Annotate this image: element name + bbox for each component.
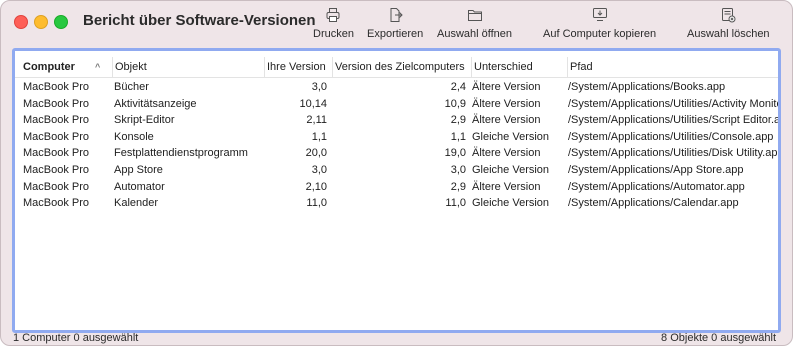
- close-button[interactable]: [14, 15, 28, 29]
- cell-difference: Gleiche Version: [472, 130, 550, 143]
- copy-to-computer-button[interactable]: Auf Computer kopieren: [543, 7, 656, 40]
- table-row[interactable]: MacBook Pro Konsole 1,1 1,1 Gleiche Version /…: [15, 129, 778, 146]
- status-bar: 1 Computer 0 ausgewählt 8 Objekte 0 ausg…: [1, 331, 792, 345]
- column-header-your-version[interactable]: Ihre Version: [264, 57, 332, 77]
- cell-target-version: 3,0: [450, 163, 466, 176]
- cell-difference: Ältere Version: [472, 114, 541, 127]
- export-icon: [390, 8, 403, 22]
- cell-target-version: 2,9: [450, 180, 466, 193]
- cell-difference: Gleiche Version: [472, 163, 550, 176]
- cell-path: /System/Applications/Books.app: [568, 81, 726, 93]
- cell-computer: MacBook Pro: [23, 180, 90, 193]
- folder-icon: [467, 10, 482, 21]
- table-row[interactable]: MacBook Pro Festplattendienstprogramm 20,0…: [15, 145, 778, 162]
- cell-difference: Ältere Version: [472, 180, 541, 193]
- cell-object: Bücher: [114, 81, 149, 93]
- title-bar: Bericht über Software-Versionen Drucken …: [1, 1, 792, 47]
- report-window: Bericht über Software-Versionen Drucken …: [0, 0, 793, 346]
- delete-selection-button[interactable]: Auswahl löschen: [687, 7, 770, 40]
- cell-computer: MacBook Pro: [23, 197, 90, 210]
- table-row[interactable]: MacBook Pro Automator 2,10 2,9 Ältere Versio…: [15, 179, 778, 196]
- versions-table[interactable]: Computer ^ Objekt Ihre Version Version d…: [12, 48, 781, 333]
- cell-target-version: 1,1: [450, 130, 466, 143]
- computer-icon: [592, 8, 607, 21]
- cell-target-version: 11,0: [445, 197, 466, 210]
- cell-path: /System/Applications/Calendar.app: [568, 197, 739, 210]
- cell-target-version: 10,9: [444, 97, 466, 110]
- cell-object: Skript-Editor: [114, 114, 175, 127]
- cell-object: Aktivitätsanzeige: [114, 97, 197, 110]
- zoom-button[interactable]: [54, 15, 68, 29]
- cell-your-version: 11,0: [306, 197, 327, 210]
- table-row[interactable]: MacBook Pro Skript-Editor 2,11 2,9 Ältere Ve…: [15, 112, 778, 129]
- column-header-computer[interactable]: Computer ^: [15, 57, 112, 77]
- cell-computer: MacBook Pro: [23, 97, 90, 110]
- column-header-object[interactable]: Objekt: [112, 57, 264, 77]
- print-button[interactable]: Drucken: [313, 7, 354, 40]
- cell-computer: MacBook Pro: [23, 130, 90, 143]
- column-header-path[interactable]: Pfad: [567, 57, 778, 77]
- cell-path: /System/Applications/Utilities/Console.a…: [568, 130, 774, 143]
- table-header: Computer ^ Objekt Ihre Version Version d…: [15, 57, 778, 78]
- cell-difference: Gleiche Version: [472, 197, 550, 210]
- window-title: Bericht über Software-Versionen: [83, 12, 316, 29]
- table-row[interactable]: MacBook Pro App Store 3,0 3,0 Gleiche Versio…: [15, 162, 778, 179]
- cell-difference: Ältere Version: [472, 81, 541, 93]
- cell-difference: Ältere Version: [472, 97, 541, 110]
- cell-path: /System/Applications/Automator.app: [568, 180, 745, 193]
- sort-ascending-icon: ^: [95, 62, 101, 72]
- table-row[interactable]: MacBook Pro Aktivitätsanzeige 10,14 10,9 Ält…: [15, 96, 778, 113]
- cell-object: Festplattendienstprogramm: [114, 147, 248, 160]
- cell-computer: MacBook Pro: [23, 147, 90, 160]
- cell-your-version: 3,0: [311, 163, 327, 176]
- cell-your-version: 2,10: [305, 180, 327, 193]
- copy-to-computer-label: Auf Computer kopieren: [543, 28, 657, 40]
- cell-your-version: 1,1: [311, 130, 327, 143]
- cell-target-version: 2,9: [450, 114, 466, 127]
- export-button[interactable]: Exportieren: [367, 7, 423, 40]
- cell-object: App Store: [114, 163, 163, 176]
- printer-icon: [326, 8, 340, 22]
- cell-path: /System/Applications/Utilities/Script Ed…: [568, 114, 778, 127]
- cell-target-version: 2,4: [450, 81, 466, 93]
- cell-object: Automator: [114, 180, 165, 193]
- delete-icon: [722, 8, 736, 23]
- status-computers: 1 Computer 0 ausgewählt: [13, 332, 139, 344]
- open-selection-button[interactable]: Auswahl öffnen: [437, 7, 512, 40]
- cell-computer: MacBook Pro: [23, 114, 90, 127]
- table-body: MacBook Pro Bücher 3,0 2,4 Ältere Version/Sy…: [15, 79, 778, 212]
- table-row[interactable]: MacBook Pro Bücher 3,0 2,4 Ältere Version/Sy…: [15, 79, 778, 96]
- cell-your-version: 2,11: [306, 114, 327, 127]
- cell-difference: Ältere Version: [472, 147, 541, 160]
- export-label: Exportieren: [367, 28, 424, 40]
- open-selection-label: Auswahl öffnen: [437, 28, 513, 40]
- cell-your-version: 3,0: [311, 81, 327, 93]
- cell-your-version: 10,14: [299, 97, 327, 110]
- cell-object: Kalender: [114, 197, 159, 210]
- cell-computer: MacBook Pro: [23, 81, 90, 93]
- status-objects: 8 Objekte 0 ausgewählt: [661, 332, 776, 344]
- cell-path: /System/Applications/App Store.app: [568, 163, 744, 176]
- table-row[interactable]: MacBook Pro Kalender 11,0 11,0 Gleiche Versi…: [15, 195, 778, 212]
- minimize-button[interactable]: [34, 15, 48, 29]
- cell-path: /System/Applications/Utilities/Activity …: [568, 97, 778, 110]
- cell-computer: MacBook Pro: [23, 163, 90, 176]
- cell-your-version: 20,0: [305, 147, 327, 160]
- print-label: Drucken: [313, 28, 354, 40]
- cell-path: /System/Applications/Utilities/Disk Util…: [568, 147, 778, 160]
- column-header-difference[interactable]: Unterschied: [471, 57, 567, 77]
- column-header-target-version[interactable]: Version des Zielcomputers: [332, 57, 471, 77]
- cell-target-version: 19,0: [444, 147, 466, 160]
- delete-selection-label: Auswahl löschen: [687, 28, 770, 40]
- cell-object: Konsole: [114, 130, 154, 143]
